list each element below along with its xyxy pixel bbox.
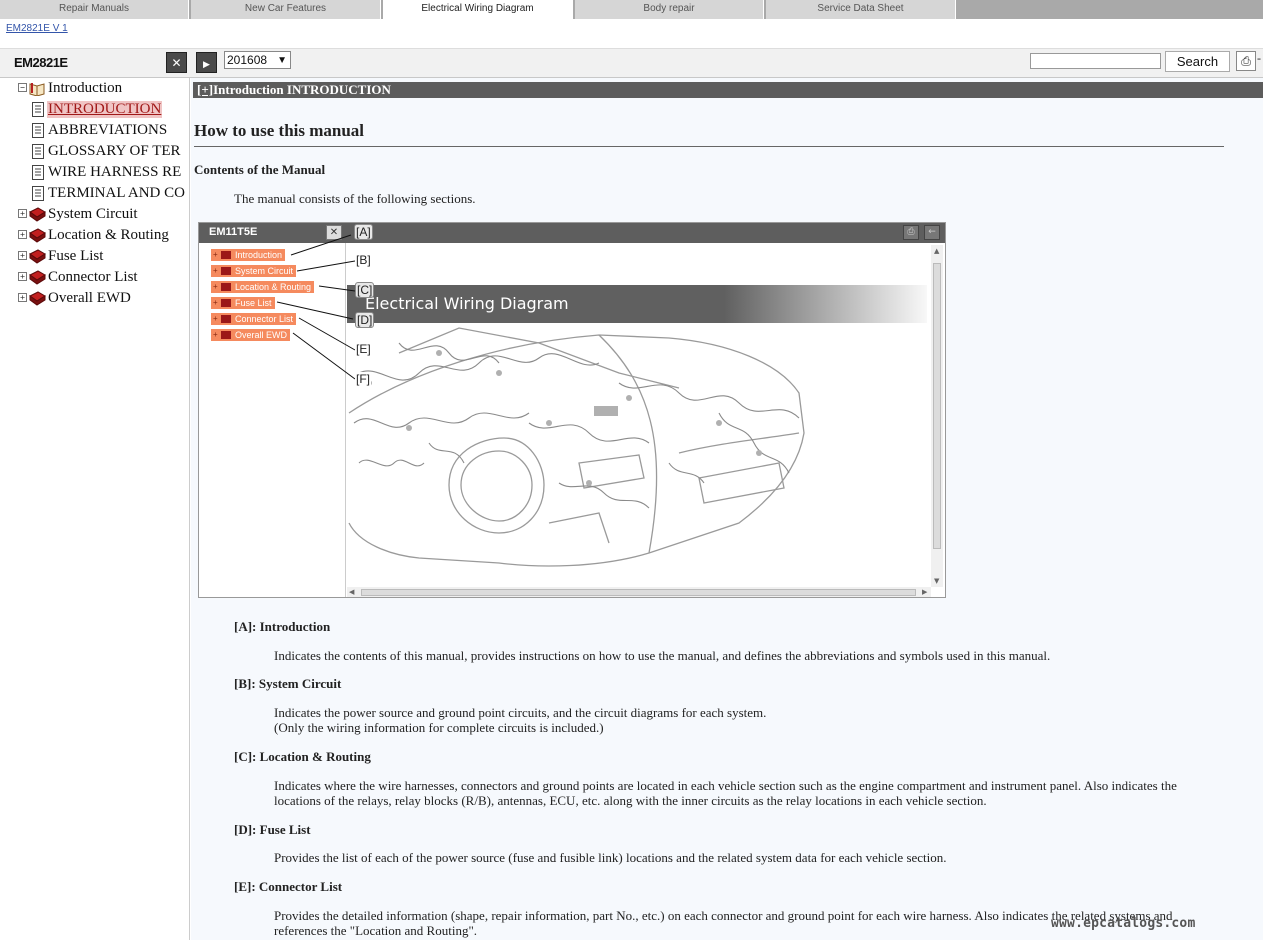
expand-icon[interactable]: + [18, 251, 27, 260]
tree-label: Introduction [48, 80, 123, 96]
scroll-thumb [361, 589, 916, 596]
tree-label: WIRE HARNESS RE [48, 164, 182, 180]
search-input[interactable] [1030, 53, 1161, 69]
scroll-thumb [933, 263, 941, 549]
tree-label: GLOSSARY OF TER [48, 143, 181, 159]
close-tree-button[interactable]: ✕ [166, 52, 187, 73]
expand-icon[interactable]: + [18, 272, 27, 281]
tree-label: Overall EWD [48, 290, 131, 306]
section-text-b1: Indicates the power source and ground po… [274, 705, 767, 720]
book-icon [29, 207, 46, 222]
version-link[interactable]: EM2821E V 1 [6, 23, 68, 34]
close-icon: ✕ [171, 56, 182, 70]
expand-icon[interactable]: + [18, 293, 27, 302]
watermark: www.epcatalogs.com [1051, 916, 1196, 931]
tree-label: System Circuit [48, 206, 138, 222]
section-text-d: Provides the list of each of the power s… [274, 850, 947, 865]
figure-horizontal-scrollbar[interactable]: ◀ ▶ [347, 587, 931, 597]
collapse-icon[interactable]: − [18, 83, 27, 92]
tab-electrical-wiring-diagram[interactable]: Electrical Wiring Diagram [383, 0, 573, 19]
intro-text: The manual consists of the following sec… [234, 191, 476, 206]
expand-all-link[interactable]: [+] [197, 82, 213, 97]
more-button[interactable]: - [1257, 51, 1263, 71]
book-icon [29, 291, 46, 306]
section-heading-a: [A]: Introduction [234, 619, 331, 634]
breadcrumb-text: Introduction INTRODUCTION [213, 82, 391, 97]
version-value: 201608 [227, 53, 268, 67]
document-icon [32, 123, 44, 138]
page-title: How to use this manual [194, 121, 365, 140]
tree-sidebar: − Introduction INTRODUCTION ABBREVIATION… [0, 78, 190, 940]
tree-label: Connector List [48, 269, 138, 285]
play-button[interactable]: ▶ [196, 52, 217, 73]
divider [194, 146, 1224, 147]
tree-label-selected: INTRODUCTION [47, 101, 163, 118]
chevron-down-icon: ▼ [277, 55, 287, 66]
book-icon [29, 228, 46, 243]
section-heading-c: [C]: Location & Routing [234, 749, 371, 764]
toolbar: EM2821E ✕ ▶ 201608 ▼ Search ⎙ - [0, 49, 1263, 78]
expand-icon[interactable]: + [18, 209, 27, 218]
scroll-right-icon: ▶ [922, 588, 928, 596]
open-book-icon [29, 83, 45, 96]
section-text-b2: (Only the wiring information for complet… [274, 720, 604, 735]
tab-body-repair[interactable]: Body repair [575, 0, 764, 19]
scroll-down-icon: ▼ [934, 577, 940, 585]
label-a: [A] [354, 224, 373, 240]
label-e: [E] [355, 342, 372, 356]
section-text-e2: references the "Location and Routing". [274, 923, 478, 938]
breadcrumb: [+]Introduction INTRODUCTION [193, 82, 1263, 98]
section-heading-e: [E]: Connector List [234, 879, 343, 894]
document-icon [32, 102, 44, 117]
book-icon [29, 270, 46, 285]
content-pane: [+]Introduction INTRODUCTION How to use … [191, 78, 1263, 940]
printer-icon: ⎙ [1241, 54, 1251, 68]
scroll-up-icon: ▲ [934, 247, 940, 255]
document-icon [32, 144, 44, 159]
manual-figure: EM11T5E ✕ ⎙ ← + Introduction + System Circ… [198, 222, 946, 598]
version-select[interactable]: 201608 ▼ [224, 51, 291, 69]
print-button[interactable]: ⎙ [1236, 51, 1256, 71]
tab-new-car-features[interactable]: New Car Features [191, 0, 381, 19]
section-text-e1: Provides the detailed information (shape… [274, 908, 1173, 923]
scroll-left-icon: ◀ [349, 588, 355, 596]
label-f: [F] [355, 372, 371, 386]
section-text-c1: Indicates where the wire harnesses, conn… [274, 778, 1177, 793]
tab-repair-manuals[interactable]: Repair Manuals [0, 0, 189, 19]
document-icon [32, 186, 44, 201]
section-text-c2: locations of the relays, relay blocks (R… [274, 793, 987, 808]
tree-label: TERMINAL AND CO [48, 185, 185, 201]
tree-label: Fuse List [48, 248, 104, 264]
section-subtitle: Contents of the Manual [194, 162, 326, 177]
expand-icon[interactable]: + [18, 230, 27, 239]
section-heading-d: [D]: Fuse List [234, 822, 311, 837]
car-wiring-illustration [276, 234, 805, 567]
tab-bar: Repair Manuals New Car Features Electric… [0, 0, 1263, 19]
tree-label: ABBREVIATIONS [48, 122, 168, 138]
figure-vertical-scrollbar[interactable]: ▲ ▼ [931, 245, 943, 587]
label-c: [C] [355, 282, 375, 298]
book-icon [29, 249, 46, 264]
label-b: [B] [355, 253, 372, 267]
section-text-a: Indicates the contents of this manual, p… [274, 648, 1051, 663]
tree-label: Location & Routing [48, 227, 169, 243]
label-d: [D] [355, 312, 375, 328]
tab-service-data-sheet[interactable]: Service Data Sheet [766, 0, 956, 19]
play-icon: ▶ [203, 60, 210, 70]
section-heading-b: [B]: System Circuit [234, 676, 342, 691]
search-button[interactable]: Search [1165, 51, 1230, 72]
document-icon [32, 165, 44, 180]
document-id: EM2821E [14, 55, 68, 70]
version-link-bar: EM2821E V 1 [0, 19, 1263, 49]
